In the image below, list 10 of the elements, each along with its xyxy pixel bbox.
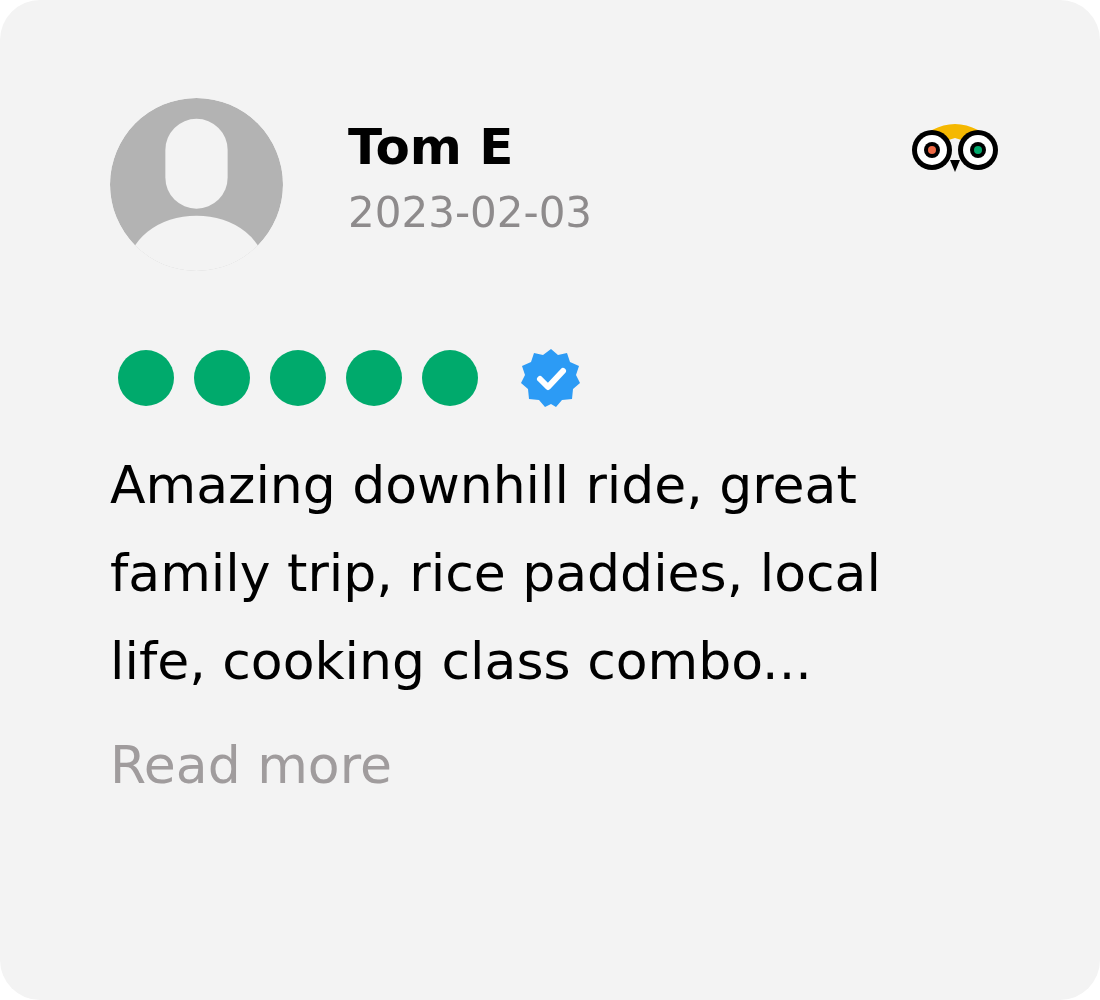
- rating-dot: [194, 350, 250, 406]
- author-name: Tom E: [348, 118, 515, 176]
- read-more-link[interactable]: Read more: [110, 735, 392, 795]
- avatar-icon: [110, 98, 283, 271]
- rating-dot: [346, 350, 402, 406]
- rating-dot: [118, 350, 174, 406]
- review-date: 2023-02-03: [348, 188, 594, 237]
- rating-dot: [270, 350, 326, 406]
- rating-dot: [422, 350, 478, 406]
- review-text: Amazing downhill ride, great family trip, rice paddies, local life, cooking class combo...: [110, 454, 882, 693]
